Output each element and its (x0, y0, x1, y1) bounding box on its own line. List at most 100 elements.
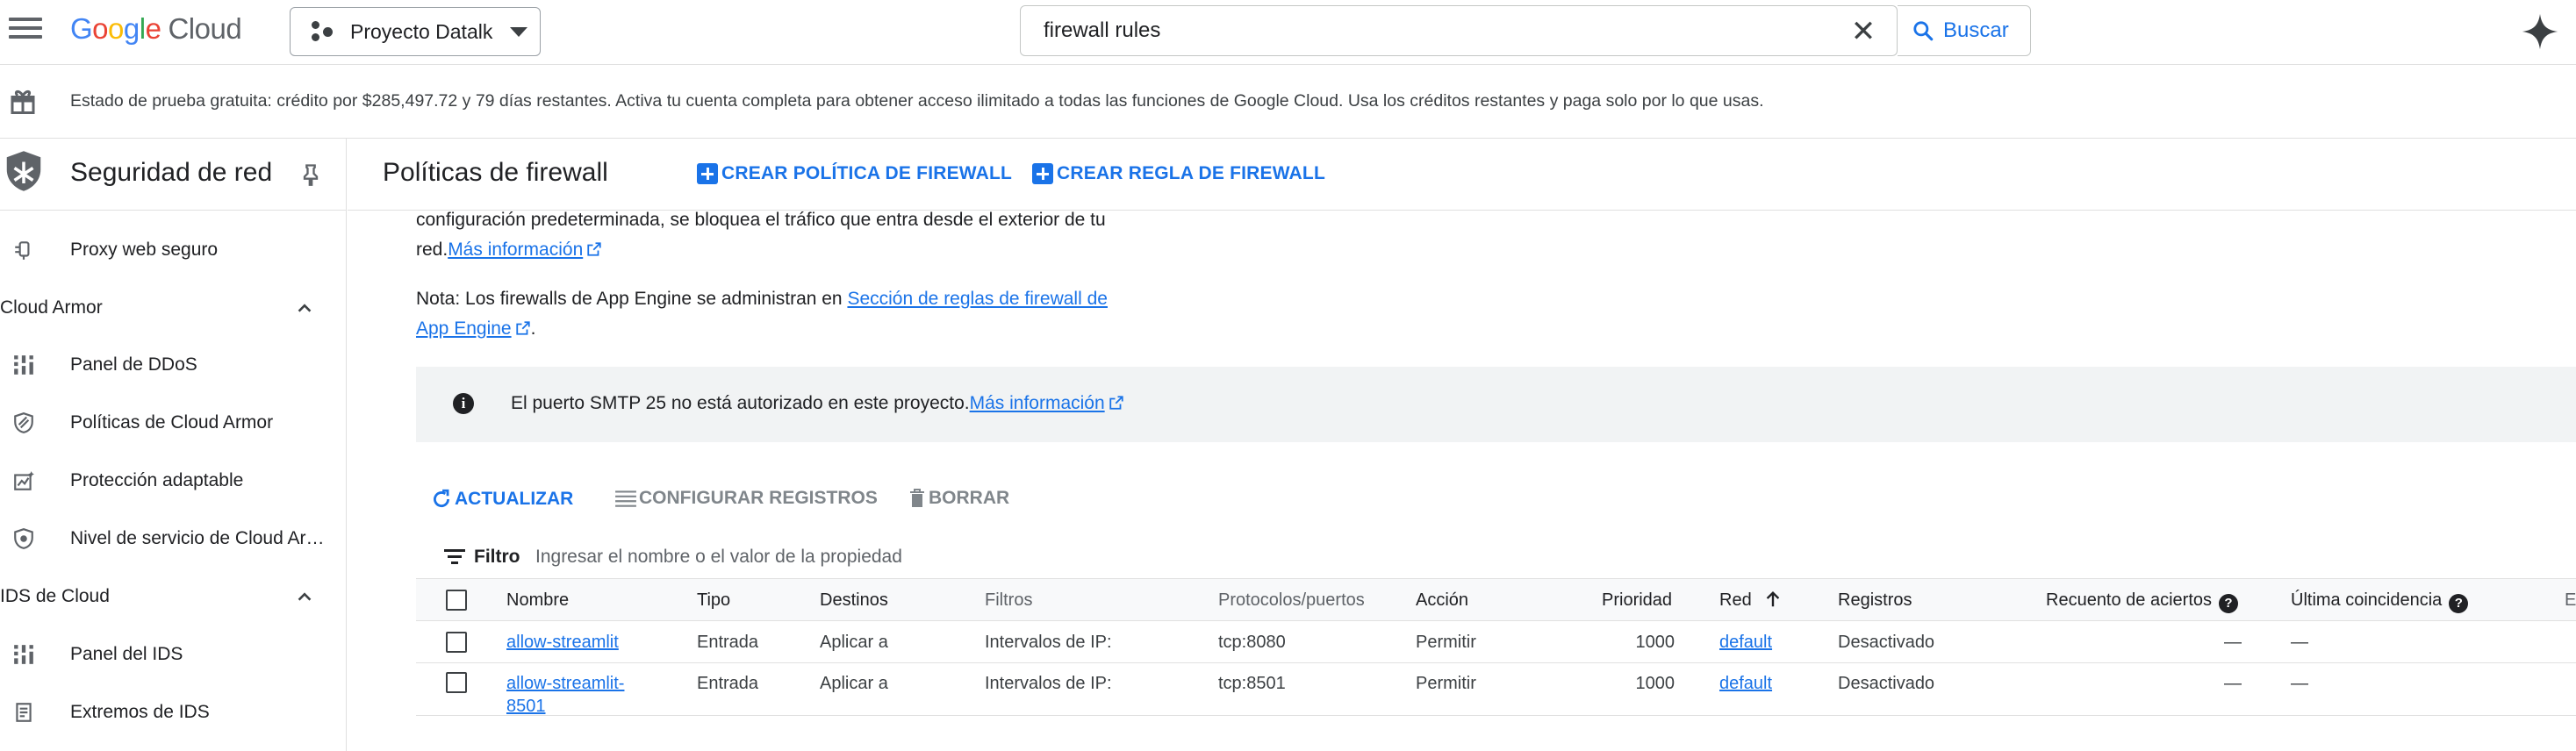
sidebar-item-label: Protección adaptable (70, 470, 244, 490)
top-bar: GoogleCloud Proyecto Datalk ✕ Buscar (0, 0, 2576, 65)
sidebar-item-ids-panel[interactable]: Panel del IDS (0, 633, 346, 676)
sidebar-item-ddos-panel[interactable]: Panel de DDoS (0, 343, 346, 387)
adaptive-icon (14, 471, 34, 490)
refresh-button[interactable]: ACTUALIZAR (430, 488, 573, 511)
col-header-type[interactable]: Tipo (697, 589, 730, 612)
col-header-last-hit[interactable]: Última coincidencia? (2291, 589, 2469, 613)
sidebar-item-secure-web-proxy[interactable]: Proxy web seguro (0, 228, 346, 272)
main-content: configuración predeterminada, se bloquea… (348, 210, 2576, 751)
select-all-checkbox[interactable] (446, 590, 467, 611)
endpoint-icon (16, 703, 32, 722)
gift-icon (11, 90, 35, 114)
col-header-network[interactable]: Red (1719, 589, 1783, 612)
pin-icon[interactable] (298, 161, 323, 188)
network-link[interactable]: default (1719, 674, 1772, 693)
service-tier-icon (14, 528, 33, 549)
info-line-2-prefix: red. (416, 240, 448, 260)
create-firewall-policy-button[interactable]: CREAR POLÍTICA DE FIREWALL (697, 163, 1012, 184)
col-header-last-hit-label: Última coincidencia (2291, 590, 2443, 610)
sidebar-item-label: Panel del IDS (70, 644, 183, 664)
col-header-action[interactable]: Acción (1416, 589, 1468, 612)
col-header-targets[interactable]: Destinos (820, 589, 888, 612)
search-button-label: Buscar (1943, 18, 2009, 42)
help-icon[interactable]: ? (2219, 594, 2239, 613)
col-header-priority[interactable]: Prioridad (1602, 589, 1672, 612)
cell-hit-count: — (2224, 633, 2242, 652)
sidebar-section-cloud-armor[interactable]: Cloud Armor (0, 286, 346, 330)
dashboard-icon (14, 645, 33, 664)
project-name: Proyecto Datalk (350, 19, 493, 43)
filter-label: Filtro (474, 547, 520, 567)
external-link-icon (515, 321, 530, 335)
notice-learn-more-link[interactable]: Más información (970, 393, 1105, 413)
sidebar-title: Seguridad de red (70, 158, 273, 187)
col-header-hit-count[interactable]: Recuento de aciertos? (2046, 589, 2239, 613)
add-icon (697, 163, 718, 184)
trial-text: Estado de prueba gratuita: crédito por $… (70, 91, 1764, 111)
app-engine-rules-link-cont[interactable]: App Engine (416, 318, 512, 339)
external-link-icon (1109, 396, 1123, 410)
external-link-icon (587, 242, 601, 256)
filter-icon (444, 549, 465, 565)
close-icon[interactable]: ✕ (1844, 17, 1883, 46)
sidebar-section-cloud-ids[interactable]: IDS de Cloud (0, 575, 346, 619)
trash-icon (910, 489, 924, 507)
col-header-filters: Filtros (985, 590, 1033, 610)
col-header-logs[interactable]: Registros (1838, 589, 1912, 612)
sidebar-item-adaptive-protection[interactable]: Protección adaptable (0, 459, 346, 503)
page-title: Políticas de firewall (383, 158, 608, 187)
info-paragraph: configuración predeterminada, se bloquea… (416, 205, 1106, 265)
rule-name-link[interactable]: allow-streamlit- (506, 674, 624, 693)
cell-type: Entrada (697, 633, 759, 652)
cell-priority: 1000 (1635, 674, 1675, 693)
google-cloud-logo[interactable]: Google Cloud (70, 12, 242, 51)
cell-action: Permitir (1416, 633, 1476, 652)
project-picker[interactable]: Proyecto Datalk (290, 7, 541, 56)
cell-targets: Aplicar a (820, 674, 888, 693)
cell-type: Entrada (697, 674, 759, 693)
sidebar-item-label: Políticas de Cloud Armor (70, 412, 274, 433)
sidebar-item-cloud-armor-policies[interactable]: Políticas de Cloud Armor (0, 401, 346, 445)
rule-name-link-cont[interactable]: 8501 (506, 697, 546, 716)
col-header-protocols: Protocolos/puertos (1218, 590, 1365, 610)
page-header: Políticas de firewall CREAR POLÍTICA DE … (348, 139, 2576, 211)
configure-logs-button[interactable]: CONFIGURAR REGISTROS (614, 488, 878, 509)
cell-protocols: tcp:8501 (1218, 674, 1286, 693)
sort-ascending-icon[interactable] (1763, 590, 1783, 609)
gemini-sparkle-icon[interactable] (2521, 12, 2559, 51)
delete-button[interactable]: BORRAR (908, 488, 1009, 509)
search-button[interactable]: Buscar (1898, 5, 2031, 56)
sidebar-item-label: Proxy web seguro (70, 240, 219, 260)
row-checkbox[interactable] (446, 672, 467, 693)
app-engine-rules-link[interactable]: Sección de reglas de firewall de (847, 289, 1108, 309)
sidebar-item-label: Panel de DDoS (70, 354, 197, 375)
network-link[interactable]: default (1719, 633, 1772, 652)
filter-input[interactable] (535, 542, 1325, 572)
cell-targets: Aplicar a (820, 633, 888, 652)
col-header-name[interactable]: Nombre (506, 589, 569, 612)
app-engine-note: Nota: Los firewalls de App Engine se adm… (416, 284, 1108, 344)
trial-banner: Estado de prueba gratuita: crédito por $… (0, 65, 2576, 139)
create-firewall-rule-button[interactable]: CREAR REGLA DE FIREWALL (1032, 163, 1325, 184)
note-suffix: . (530, 318, 536, 339)
refresh-label: ACTUALIZAR (455, 489, 574, 509)
rule-name-link[interactable]: allow-streamlit (506, 633, 619, 652)
filter-bar: Filtro (416, 535, 2576, 579)
configure-logs-label: CONFIGURAR REGISTROS (639, 488, 878, 508)
cell-protocols: tcp:8080 (1218, 633, 1286, 652)
sidebar-item-cloud-armor-service-tier[interactable]: Nivel de servicio de Cloud Armor (0, 517, 346, 561)
row-checkbox[interactable] (446, 632, 467, 653)
menu-icon[interactable] (9, 18, 42, 44)
dashboard-icon (14, 355, 33, 375)
list-icon (615, 490, 636, 507)
learn-more-link[interactable]: Más información (448, 240, 583, 260)
create-firewall-policy-label: CREAR POLÍTICA DE FIREWALL (721, 163, 1013, 183)
sidebar-item-ids-endpoints[interactable]: Extremos de IDS (0, 690, 346, 734)
col-header-extra: E (2565, 590, 2576, 610)
help-icon[interactable]: ? (2449, 594, 2469, 613)
search-input[interactable] (1044, 15, 1790, 46)
sidebar-section-label: Cloud Armor (0, 297, 103, 318)
chevron-up-icon (298, 592, 312, 601)
table-row: allow-streamlit Entrada Aplicar a Interv… (416, 621, 2576, 663)
sidebar-header: Seguridad de red (0, 139, 346, 211)
